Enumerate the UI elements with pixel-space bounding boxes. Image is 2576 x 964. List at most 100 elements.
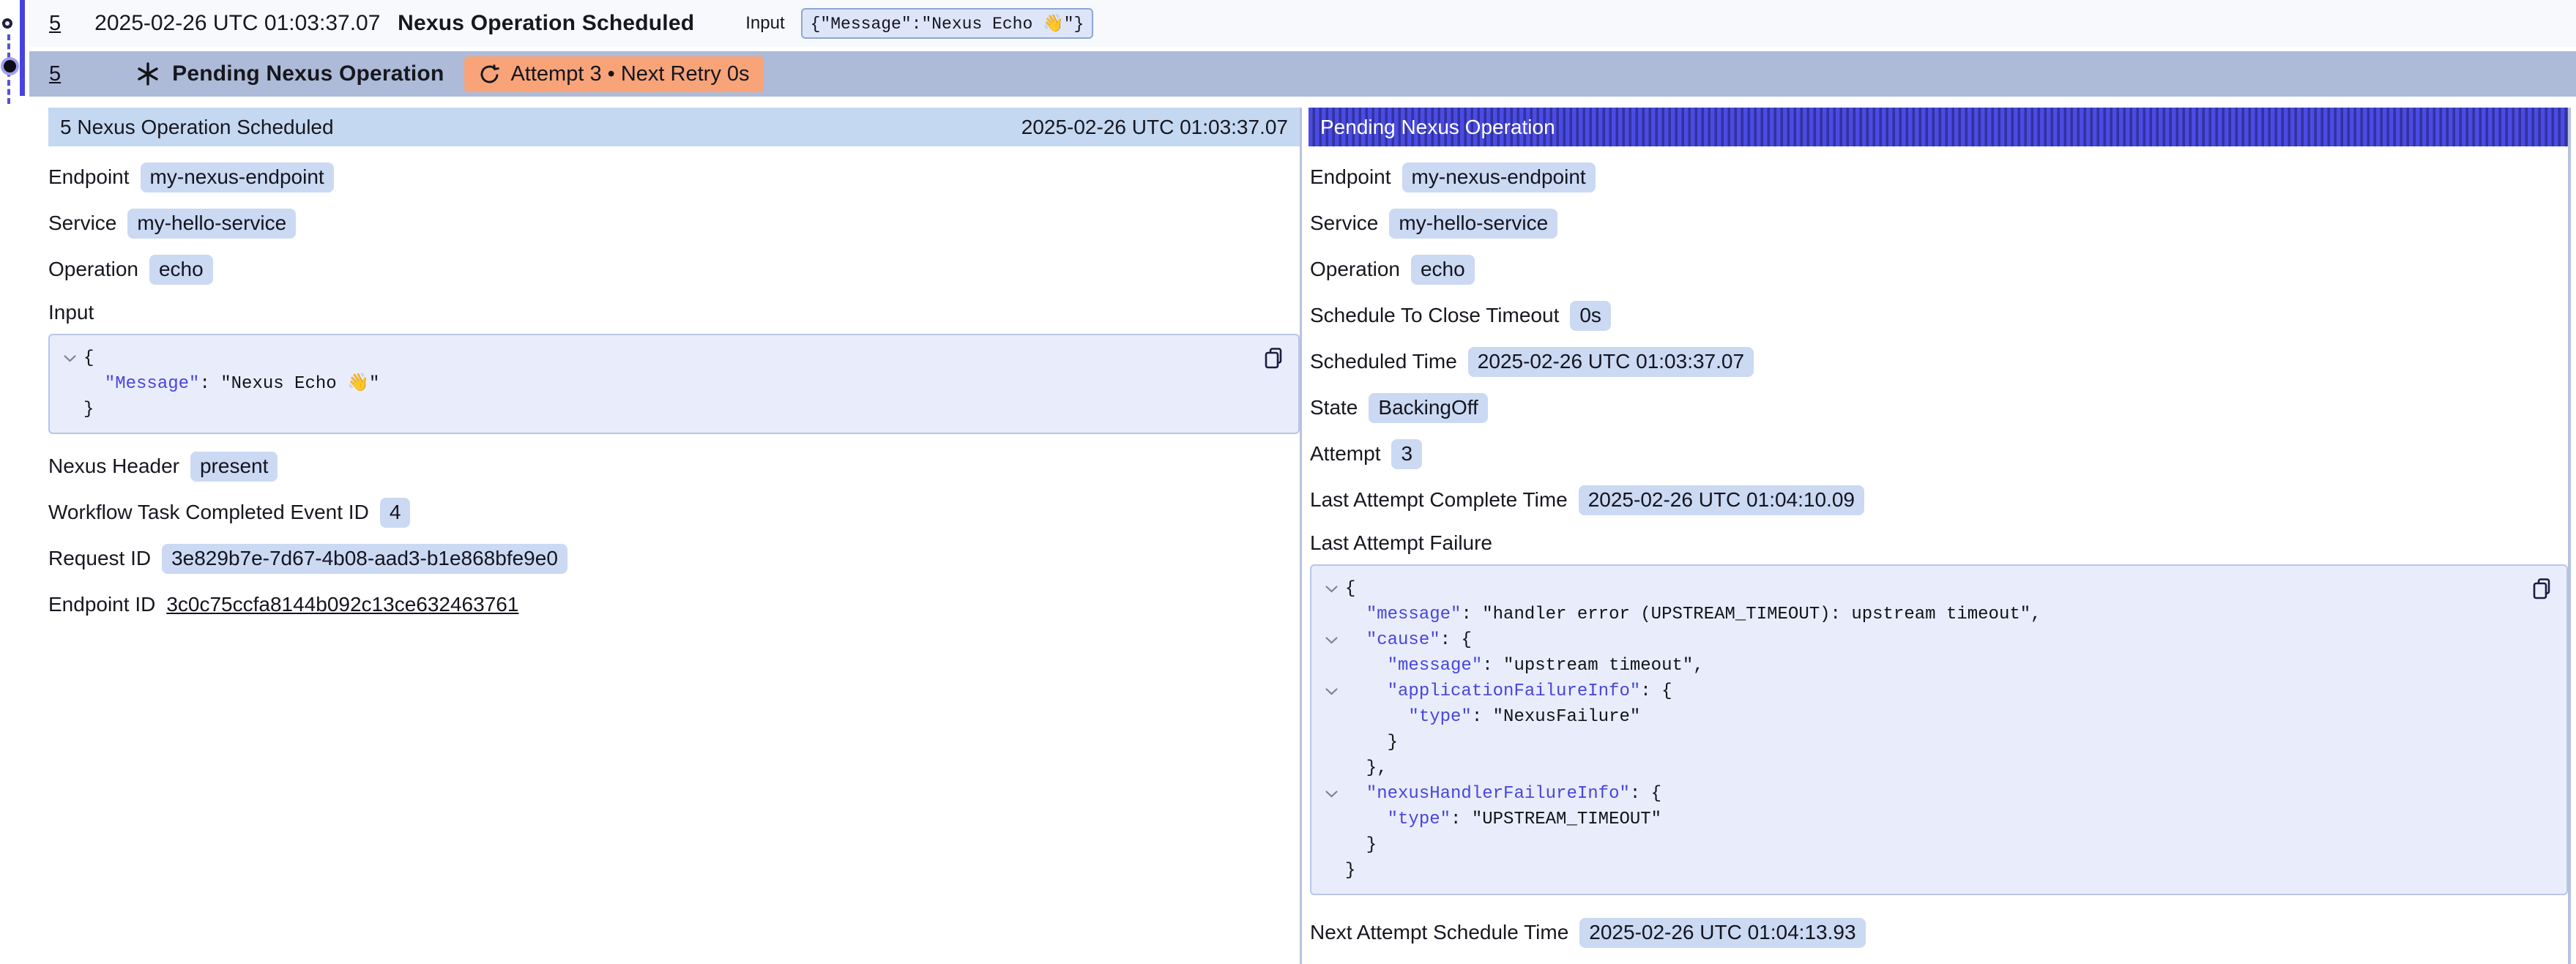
pending-title: Pending Nexus Operation (172, 61, 444, 86)
field-value-badge: echo (149, 255, 213, 285)
input-inline-label: Input (745, 13, 784, 34)
scheduled-panel-header: 5 Nexus Operation Scheduled 2025-02-26 U… (48, 108, 1300, 146)
field-value-badge: echo (1411, 255, 1475, 285)
json-code-text: "message": "upstream timeout", (1345, 653, 1704, 679)
field-endpoint: Endpoint my-nexus-endpoint (48, 162, 1300, 192)
field-service: Service my-hello-service (1310, 209, 2568, 238)
json-code-text: { (83, 345, 94, 371)
pending-panel-body: Endpoint my-nexus-endpoint Service my-he… (1309, 146, 2568, 947)
code-gutter (1317, 807, 1345, 832)
code-gutter (1317, 755, 1345, 781)
field-label: Service (1310, 212, 1378, 235)
field-last-attempt-complete-time: Last Attempt Complete Time 2025-02-26 UT… (1310, 485, 2568, 515)
json-code-line: }, (1317, 755, 2523, 781)
field-operation: Operation echo (1310, 255, 2568, 284)
collapse-chevron-icon[interactable] (1317, 781, 1345, 807)
json-code-line: { (56, 345, 1254, 371)
failure-section-label: Last Attempt Failure (1310, 531, 2568, 555)
json-code-line: "type": "NexusFailure" (1317, 704, 2523, 730)
json-code-line: "type": "UPSTREAM_TIMEOUT" (1317, 807, 2523, 832)
json-code-line: { (1317, 576, 2523, 602)
field-value-badge: 2025-02-26 UTC 01:04:10.09 (1579, 485, 1864, 515)
event-row-scheduled[interactable]: 5 2025-02-26 UTC 01:03:37.07 Nexus Opera… (29, 0, 2576, 47)
event-detail-panel-scheduled: 5 Nexus Operation Scheduled 2025-02-26 U… (48, 108, 1302, 964)
json-code-line: "nexusHandlerFailureInfo": { (1317, 781, 2523, 807)
event-detail-panel-pending: Pending Nexus Operation Endpoint my-nexu… (1309, 108, 2571, 964)
field-next-attempt-schedule-time: Next Attempt Schedule Time 2025-02-26 UT… (1310, 918, 2568, 947)
code-gutter (56, 397, 83, 422)
collapse-chevron-icon[interactable] (1317, 576, 1345, 602)
field-value-badge: 2025-02-26 UTC 01:04:13.93 (1579, 918, 1865, 948)
json-code-text: "applicationFailureInfo": { (1345, 679, 1672, 704)
event-row-pending[interactable]: 5 Pending Nexus Operation Attempt 3 • Ne… (29, 51, 2576, 97)
field-state: State BackingOff (1310, 393, 2568, 422)
field-value-badge: 3e829b7e-7d67-4b08-aad3-b1e868bfe9e0 (162, 544, 567, 574)
field-value-badge: 4 (380, 498, 411, 528)
scheduled-panel-time: 2025-02-26 UTC 01:03:37.07 (1021, 116, 1288, 139)
retry-badge: Attempt 3 • Next Retry 0s (464, 56, 763, 92)
copy-button[interactable] (2531, 575, 2554, 602)
json-code-text: "nexusHandlerFailureInfo": { (1345, 781, 1661, 807)
collapse-chevron-icon[interactable] (1317, 627, 1345, 653)
field-value-badge: my-hello-service (127, 209, 296, 239)
event-marker-open-icon (2, 18, 12, 29)
json-code-text: { (1345, 576, 1355, 602)
field-label: Request ID (48, 547, 151, 570)
code-gutter (1317, 602, 1345, 627)
collapse-chevron-icon[interactable] (1317, 679, 1345, 704)
field-attempt: Attempt 3 (1310, 439, 2568, 468)
collapse-chevron-icon[interactable] (56, 345, 83, 371)
json-code-text: "type": "NexusFailure" (1345, 704, 1640, 730)
json-code-line: "Message": "Nexus Echo 👋" (56, 371, 1254, 397)
field-label: Endpoint ID (48, 593, 155, 616)
json-code-line: } (1317, 858, 2523, 883)
field-label: Scheduled Time (1310, 350, 1457, 373)
copy-button[interactable] (1262, 345, 1286, 371)
field-label: Last Attempt Complete Time (1310, 488, 1568, 512)
field-label: Nexus Header (48, 455, 179, 478)
field-value-badge: 3 (1391, 439, 1422, 469)
field-endpoint: Endpoint my-nexus-endpoint (1310, 162, 2568, 192)
code-gutter (1317, 832, 1345, 858)
json-code-line: } (1317, 832, 2523, 858)
scheduled-panel-body: Endpoint my-nexus-endpoint Service my-he… (48, 146, 1300, 619)
event-marker-filled-icon (4, 60, 16, 72)
selected-events-rail (20, 0, 25, 96)
field-value-badge: BackingOff (1369, 393, 1487, 423)
endpoint-id-link[interactable]: 3c0c75ccfa8144b092c13ce632463761 (166, 593, 518, 616)
field-label: Service (48, 212, 116, 235)
json-code-line: "message": "upstream timeout", (1317, 653, 2523, 679)
event-title: Nexus Operation Scheduled (398, 11, 694, 36)
field-label: Endpoint (48, 165, 130, 189)
field-label: Endpoint (1310, 165, 1391, 189)
copy-icon (2531, 593, 2554, 604)
failure-json-block: { "message": "handler error (UPSTREAM_TI… (1310, 564, 2568, 895)
field-value-badge: 2025-02-26 UTC 01:03:37.07 (1468, 347, 1754, 377)
copy-icon (1262, 362, 1286, 373)
event-detail-panels: 5 Nexus Operation Scheduled 2025-02-26 U… (48, 108, 2576, 964)
input-inline-value[interactable]: {"Message":"Nexus Echo 👋"} (801, 8, 1094, 39)
json-code-text: } (1345, 832, 1377, 858)
json-code-text: "cause": { (1345, 627, 1472, 653)
json-code-text: } (1345, 858, 1355, 883)
event-id-link[interactable]: 5 (49, 62, 61, 86)
json-code-line: } (56, 397, 1254, 422)
code-gutter (1317, 730, 1345, 755)
field-nexus-header: Nexus Header present (48, 452, 1300, 481)
code-gutter (1317, 858, 1345, 883)
field-value-badge: my-hello-service (1389, 209, 1557, 239)
field-workflow-task-completed-event-id: Workflow Task Completed Event ID 4 (48, 498, 1300, 527)
input-json-block: { "Message": "Nexus Echo 👋"} (48, 334, 1300, 434)
field-value-badge: present (190, 452, 278, 482)
field-label: Operation (1310, 258, 1400, 281)
event-time: 2025-02-26 UTC 01:03:37.07 (94, 11, 398, 36)
field-value-badge: my-nexus-endpoint (141, 162, 334, 193)
pending-asterisk-icon (135, 61, 160, 86)
pending-panel-header: Pending Nexus Operation (1309, 108, 2568, 146)
event-id-link[interactable]: 5 (49, 12, 61, 36)
json-code-text: "message": "handler error (UPSTREAM_TIME… (1345, 602, 2041, 627)
field-label: Schedule To Close Timeout (1310, 304, 1559, 327)
field-label: Operation (48, 258, 138, 281)
json-code-text: }, (1345, 755, 1388, 781)
field-operation: Operation echo (48, 255, 1300, 284)
